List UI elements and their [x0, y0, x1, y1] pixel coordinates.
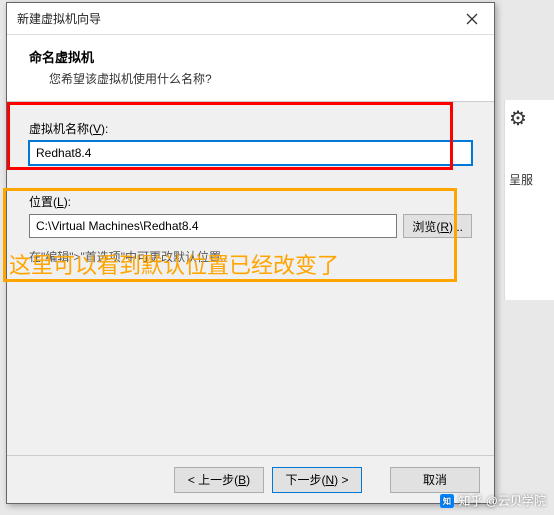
vm-name-label: 虚拟机名称(V):: [29, 120, 472, 137]
zhihu-icon: 知: [440, 494, 454, 508]
annotation-text: 这里可以看到默认位置已经改变了: [9, 248, 339, 280]
svg-text:知: 知: [442, 495, 451, 505]
browse-button[interactable]: 浏览(R)...: [403, 214, 472, 238]
wizard-header: 命名虚拟机 您希望该虚拟机使用什么名称?: [7, 35, 494, 102]
vm-name-input[interactable]: [29, 141, 472, 165]
location-input[interactable]: [29, 214, 397, 238]
background-panel-snippet: ⚙ 呈服: [504, 100, 554, 300]
page-subtitle: 您希望该虚拟机使用什么名称?: [29, 70, 472, 87]
next-button[interactable]: 下一步(N) >: [272, 467, 362, 493]
back-button[interactable]: < 上一步(B): [174, 467, 264, 493]
location-row: 浏览(R)...: [29, 214, 472, 238]
cancel-button[interactable]: 取消: [390, 467, 480, 493]
wizard-dialog: 新建虚拟机向导 命名虚拟机 您希望该虚拟机使用什么名称? 虚拟机名称(V): 位…: [6, 2, 495, 504]
window-title: 新建虚拟机向导: [17, 10, 101, 27]
page-title: 命名虚拟机: [29, 47, 472, 66]
wizard-footer: < 上一步(B) 下一步(N) > 取消: [7, 455, 494, 503]
location-label: 位置(L):: [29, 193, 472, 210]
watermark-text: 知乎 @云贝学院: [458, 492, 546, 509]
close-button[interactable]: [450, 3, 494, 35]
titlebar: 新建虚拟机向导: [7, 3, 494, 35]
vm-name-group: 虚拟机名称(V):: [29, 120, 472, 165]
watermark: 知 知乎 @云贝学院: [440, 492, 546, 509]
close-icon: [466, 13, 478, 25]
wizard-content: 虚拟机名称(V): 位置(L): 浏览(R)... 在"编辑">"首选项"中可更…: [7, 102, 494, 455]
